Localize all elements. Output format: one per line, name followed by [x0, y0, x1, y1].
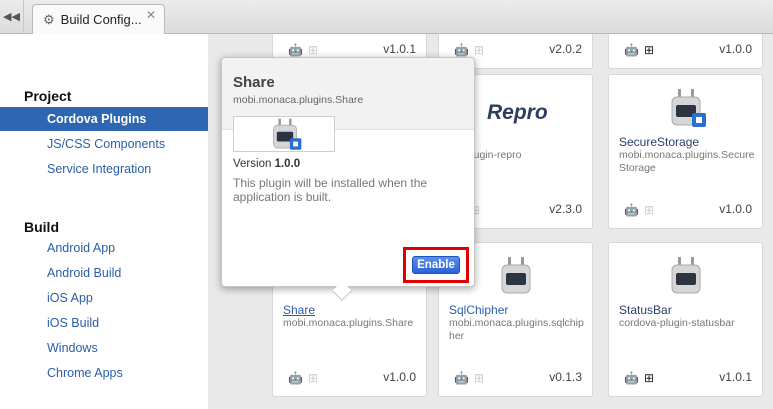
android-icon: 🤖 [454, 43, 469, 57]
plug-icon [501, 257, 531, 294]
plugin-detail-popover: Share mobi.monaca.plugins.Share Version … [221, 57, 475, 301]
plugin-card-securestorage[interactable]: SecureStorage mobi.monaca.plugins.Secure… [608, 74, 763, 229]
plugin-version: v1.0.0 [719, 42, 752, 56]
plugin-version: v2.3.0 [549, 202, 582, 216]
double-left-arrow-icon[interactable]: ◀◀ [0, 0, 24, 33]
platform-icons: 🤖 ⊞ [619, 203, 654, 217]
plugin-name[interactable]: Share [283, 303, 315, 317]
plug-icon [671, 257, 701, 294]
plugin-card[interactable]: 🤖 ⊞ v1.0.0 [608, 34, 763, 69]
plugin-version: v1.0.1 [719, 370, 752, 384]
enable-button[interactable]: Enable [412, 256, 460, 274]
popover-thumbnail [233, 116, 335, 152]
sidebar-item-js-css-components[interactable]: JS/CSS Components [0, 132, 208, 156]
version-value: 1.0.0 [274, 158, 301, 170]
sidebar: Project Cordova Plugins JS/CSS Component… [0, 34, 208, 409]
platform-icons: 🤖 ⊞ [619, 43, 654, 57]
plugin-package: cordova-plugin-statusbar [619, 317, 735, 329]
platform-icons: 🤖 ⊞ [283, 43, 318, 57]
plugin-name[interactable]: StatusBar [619, 303, 672, 317]
plugin-version: v1.0.1 [383, 42, 416, 56]
close-icon[interactable]: ✕ [146, 8, 156, 22]
popover-version: Version 1.0.0 [233, 158, 300, 170]
tab-build-config[interactable]: ⚙ Build Config... ✕ [32, 4, 165, 34]
popover-title: Share [233, 74, 275, 91]
android-icon: 🤖 [624, 203, 639, 217]
plugin-name[interactable]: SecureStorage [619, 135, 699, 149]
sidebar-item-cordova-plugins[interactable]: Cordova Plugins [0, 107, 208, 131]
android-icon: 🤖 [288, 371, 303, 385]
android-icon: 🤖 [454, 371, 469, 385]
android-icon: 🤖 [288, 43, 303, 57]
android-icon: 🤖 [624, 43, 639, 57]
sidebar-item-android-app[interactable]: Android App [0, 236, 208, 260]
sidebar-item-android-build[interactable]: Android Build [0, 261, 208, 285]
plugin-version: v0.1.3 [549, 370, 582, 384]
windows-icon: ⊞ [473, 43, 485, 57]
platform-icons: 🤖 ⊞ [619, 371, 654, 385]
plugin-package: mobi.monaca.plugins.SecureStorage [619, 149, 755, 174]
plug-icon [671, 89, 706, 127]
plugin-version: v1.0.0 [383, 370, 416, 384]
popover-description: This plugin will be installed when the a… [233, 176, 428, 204]
repro-logo: Repro [487, 101, 548, 124]
android-icon: 🤖 [624, 371, 639, 385]
plugin-version: v1.0.0 [719, 202, 752, 216]
platform-icons: 🤖 ⊞ [449, 371, 484, 385]
windows-icon: ⊞ [307, 371, 319, 385]
plugin-package: mobi.monaca.plugins.sqlchipher [449, 317, 584, 342]
version-label: Version [233, 158, 272, 170]
tab-label: Build Config... [60, 12, 142, 27]
plugin-version: v2.0.2 [549, 42, 582, 56]
windows-icon: ⊞ [643, 43, 655, 57]
windows-icon: ⊞ [307, 43, 319, 57]
plugin-name[interactable]: SqlChipher [449, 303, 508, 317]
plugin-package: mobi.monaca.plugins.Share [283, 317, 414, 329]
windows-icon: ⊞ [643, 203, 655, 217]
windows-icon: ⊞ [643, 371, 655, 385]
platform-icons: 🤖 ⊞ [283, 371, 318, 385]
sidebar-heading-build: Build [24, 219, 59, 235]
plugin-card-statusbar[interactable]: StatusBar cordova-plugin-statusbar 🤖 ⊞ v… [608, 242, 763, 397]
plug-icon [273, 118, 302, 150]
windows-icon: ⊞ [473, 371, 485, 385]
sidebar-item-service-integration[interactable]: Service Integration [0, 157, 208, 181]
sidebar-item-ios-app[interactable]: iOS App [0, 286, 208, 310]
sidebar-item-chrome-apps[interactable]: Chrome Apps [0, 361, 208, 385]
sidebar-item-windows[interactable]: Windows [0, 336, 208, 360]
popover-package: mobi.monaca.plugins.Share [233, 94, 364, 106]
enable-highlight: Enable [403, 247, 469, 283]
tab-bar: ◀◀ ⚙ Build Config... ✕ [0, 0, 773, 34]
sidebar-heading-project: Project [24, 88, 72, 104]
gear-icon: ⚙ [43, 11, 55, 27]
sidebar-item-ios-build[interactable]: iOS Build [0, 311, 208, 335]
platform-icons: 🤖 ⊞ [449, 43, 484, 57]
